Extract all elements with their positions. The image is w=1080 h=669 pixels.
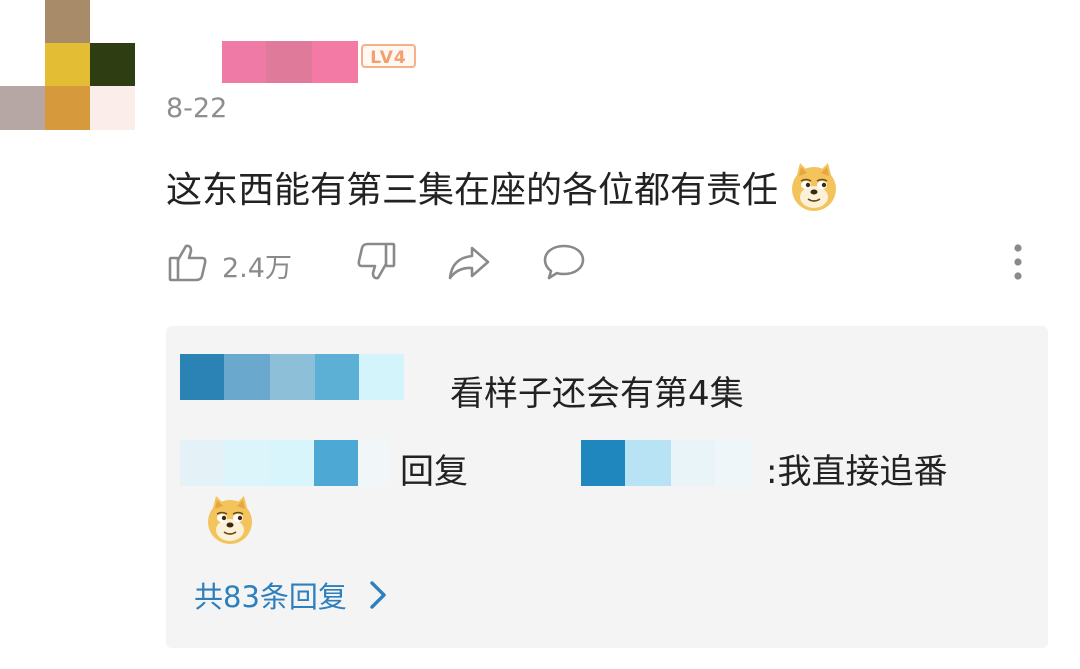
like-button[interactable] bbox=[164, 238, 212, 286]
avatar[interactable] bbox=[0, 0, 135, 130]
comment-date: 8-22 bbox=[166, 93, 228, 124]
thumbs-up-icon bbox=[168, 244, 207, 282]
like-count: 2.4万 bbox=[222, 253, 292, 284]
more-replies-label: 共83条回复 bbox=[194, 580, 347, 614]
reply-author-1[interactable] bbox=[180, 354, 404, 400]
dislike-button[interactable] bbox=[352, 238, 400, 286]
doge-emoji-icon bbox=[208, 496, 252, 544]
comment-page: LV4 8-22 这东西能有第三集在座的各位都有责任 2.4万 看样子还会有第4… bbox=[0, 0, 1080, 669]
more-options-button[interactable] bbox=[996, 238, 1040, 286]
share-arrow-icon bbox=[448, 246, 490, 280]
reply-button[interactable] bbox=[540, 238, 588, 286]
thumbs-down-icon bbox=[357, 242, 396, 280]
chevron-right-icon bbox=[370, 581, 386, 609]
doge-emoji-icon bbox=[792, 163, 837, 211]
username[interactable] bbox=[222, 41, 358, 83]
reply-preview-box[interactable]: 看样子还会有第4集 回复 :我直接追番 共83条回复 bbox=[166, 326, 1048, 648]
level-badge: LV4 bbox=[361, 44, 416, 68]
reply-text-2: :我直接追番 bbox=[766, 452, 948, 492]
speech-bubble-icon bbox=[543, 244, 585, 280]
reply-author-2[interactable] bbox=[180, 440, 390, 486]
more-vertical-icon bbox=[1014, 244, 1022, 280]
reply-label: 回复 bbox=[400, 452, 468, 492]
share-button[interactable] bbox=[445, 238, 493, 286]
comment-body: 这东西能有第三集在座的各位都有责任 bbox=[166, 161, 840, 213]
view-all-replies-link[interactable]: 共83条回复 bbox=[194, 574, 389, 616]
comment-text: 这东西能有第三集在座的各位都有责任 bbox=[166, 170, 779, 211]
comment-actions: 2.4万 bbox=[164, 238, 1044, 290]
reply-text-1: 看样子还会有第4集 bbox=[450, 374, 744, 414]
reply-target-user[interactable] bbox=[581, 440, 753, 486]
